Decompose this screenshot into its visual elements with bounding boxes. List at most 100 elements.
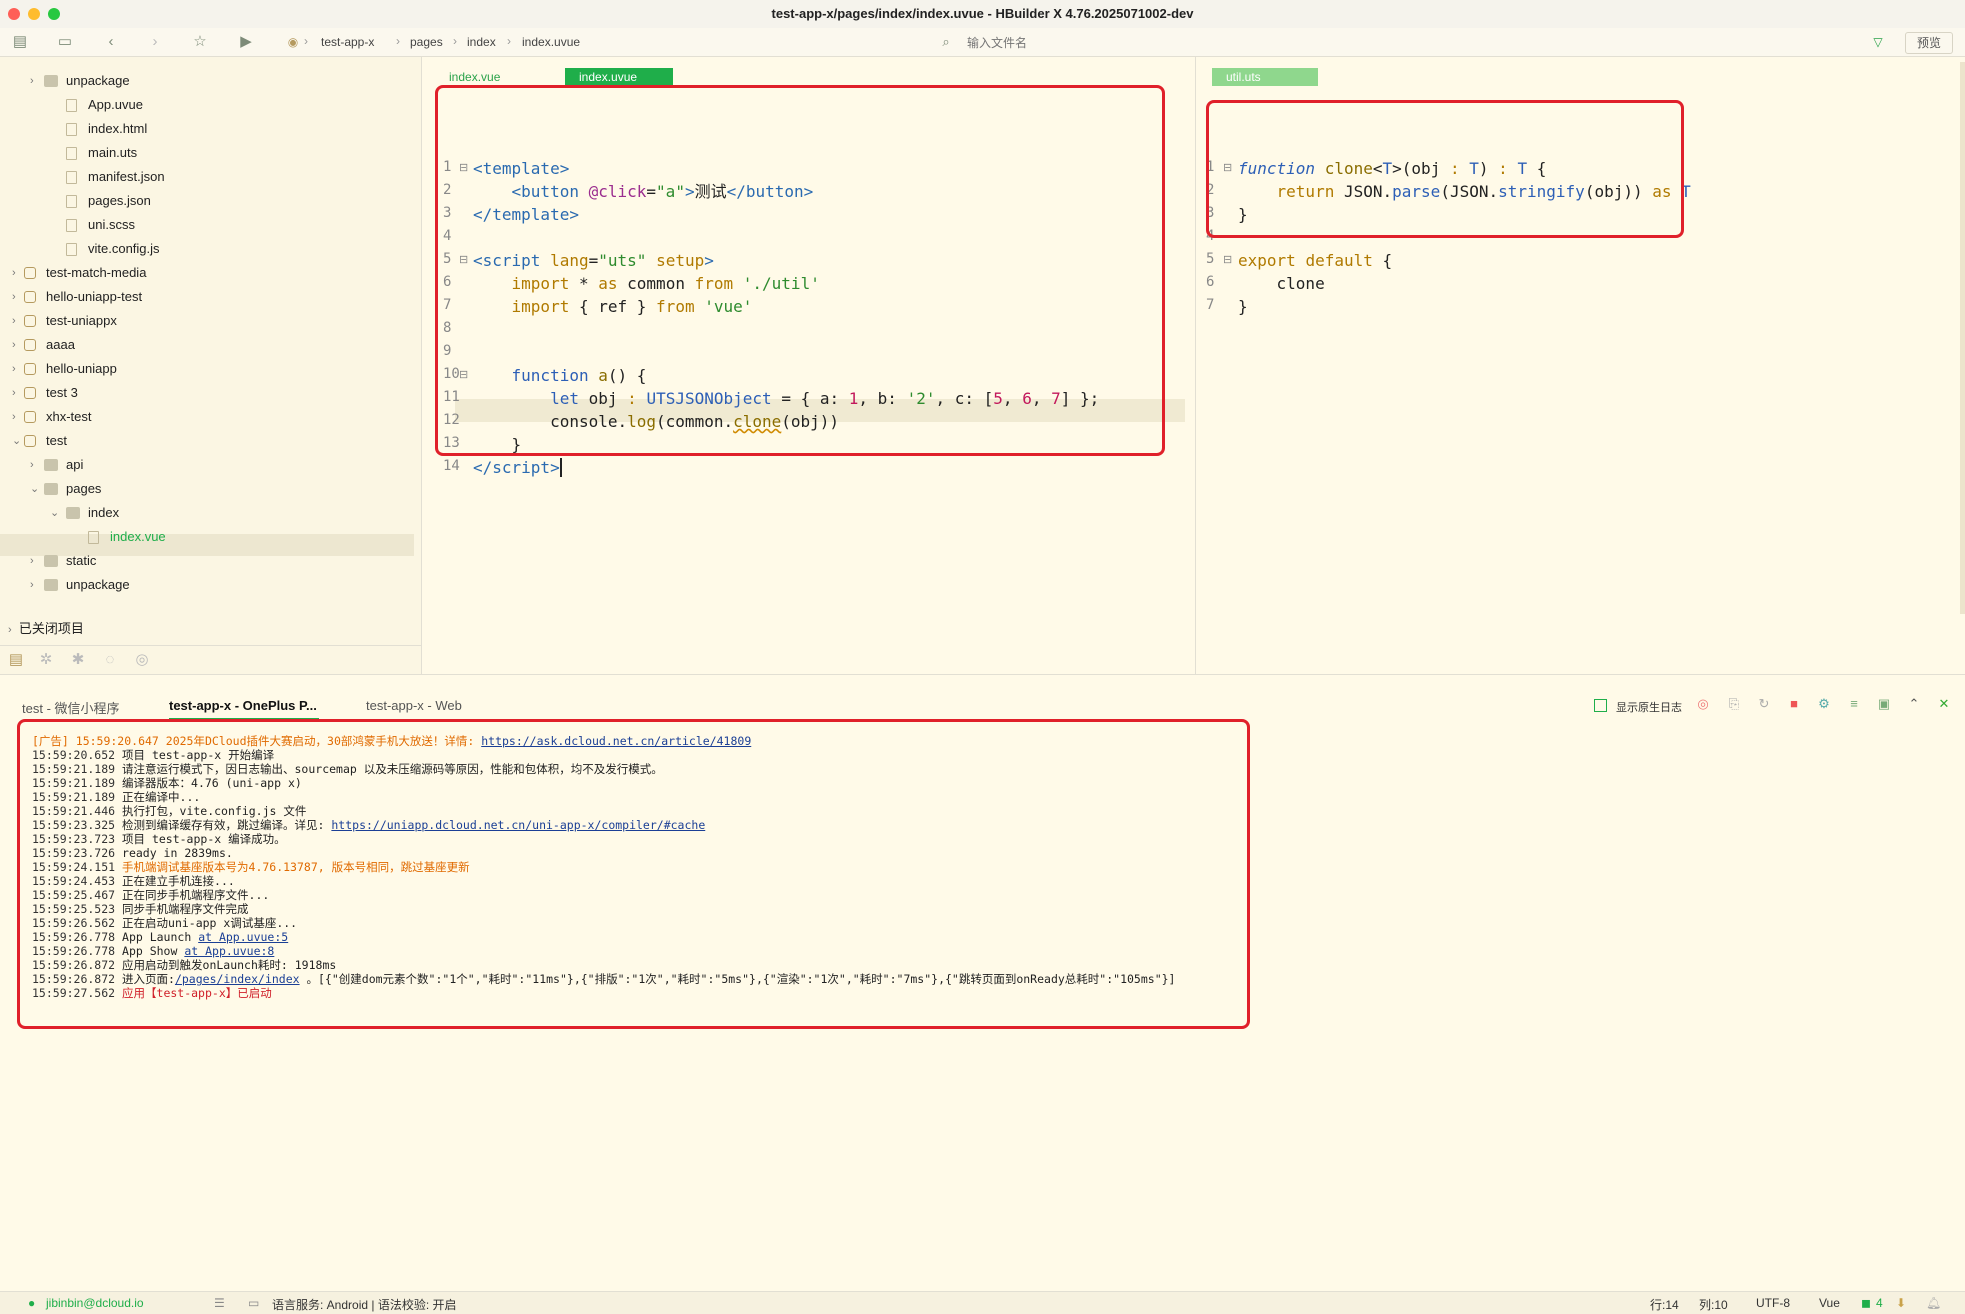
editor-left[interactable]: index.vue index.uvue 1 2 3 4 5 6 7 8 9 10 11 12 13 14… bbox=[423, 57, 1616, 674]
tab-util-uts[interactable]: util.uts bbox=[1212, 68, 1318, 86]
editor-right[interactable]: util.uts 1234567 ⊟ ⊟ function clone<T>(o… bbox=[1195, 57, 1965, 674]
debug-icon[interactable]: ✲ bbox=[36, 650, 56, 670]
export-icon[interactable]: ⎘ bbox=[1724, 694, 1744, 714]
tree-item-label: App.uvue bbox=[88, 97, 143, 112]
language-service-status[interactable]: 语言服务: Android | 语法校验: 开启 bbox=[272, 1296, 456, 1313]
tree-item-label: index.html bbox=[88, 121, 148, 136]
window-icon[interactable]: ▣ bbox=[1874, 694, 1894, 714]
forward-icon[interactable]: › bbox=[145, 32, 165, 52]
file-icon bbox=[66, 123, 77, 136]
clear-icon[interactable]: ✕ bbox=[1934, 694, 1954, 714]
preview-button[interactable]: 预览 bbox=[1905, 32, 1953, 54]
tree-item-label: manifest.json bbox=[88, 169, 165, 184]
project-icon bbox=[24, 339, 36, 351]
user-account[interactable]: jibinbin@dcloud.io bbox=[46, 1296, 144, 1310]
list-icon[interactable]: ☰ bbox=[214, 1296, 225, 1310]
search-panel-icon[interactable]: ◌ bbox=[100, 650, 120, 670]
folder-icon bbox=[44, 555, 58, 567]
refresh-icon[interactable]: ↻ bbox=[1754, 694, 1774, 714]
console-tab-app-x[interactable]: test-app-x - OnePlus P... bbox=[169, 698, 317, 713]
tree-item-label: unpackage bbox=[66, 577, 130, 592]
tree-item-label: aaaa bbox=[46, 337, 75, 352]
tab-index-vue[interactable]: index.vue bbox=[435, 68, 514, 86]
closed-projects[interactable]: › 已关闭项目 bbox=[8, 618, 84, 637]
breadcrumb-item[interactable]: index.uvue bbox=[522, 35, 580, 49]
download-icon[interactable]: ⬇ bbox=[1896, 1296, 1906, 1310]
chevron-right-icon[interactable]: › bbox=[30, 550, 42, 572]
user-icon[interactable]: ● bbox=[28, 1296, 35, 1310]
chevron-down-icon[interactable]: ⌄ bbox=[50, 502, 62, 524]
project-icon bbox=[24, 435, 36, 447]
terminate-icon[interactable]: ■ bbox=[1784, 694, 1804, 714]
breadcrumb-item[interactable]: test-app-x bbox=[321, 35, 374, 49]
console-tab-web[interactable]: test-app-x - Web bbox=[366, 698, 462, 713]
console-tabs: test - 微信小程序 test-app-x - OnePlus P... t… bbox=[0, 690, 1965, 720]
project-manager-icon[interactable]: ▤ bbox=[6, 650, 26, 670]
sidebar-toolbar: ▤ ✲ ✱ ◌ ◎ bbox=[0, 645, 421, 674]
code-line: </script> bbox=[473, 458, 562, 477]
line-number: 6 bbox=[1206, 274, 1215, 290]
cursor-line[interactable]: 行:14 bbox=[1650, 1296, 1679, 1313]
chat-icon[interactable]: ◼ bbox=[1861, 1296, 1871, 1310]
line-number: 14 bbox=[443, 458, 460, 474]
favorite-icon[interactable]: ☆ bbox=[190, 32, 210, 52]
file-encoding[interactable]: UTF-8 bbox=[1756, 1296, 1790, 1310]
chevron-right-icon[interactable]: › bbox=[12, 262, 24, 284]
cursor-column[interactable]: 列:10 bbox=[1699, 1296, 1728, 1313]
editor-scrollbar[interactable] bbox=[1960, 62, 1965, 614]
filter-log-icon[interactable]: ≡ bbox=[1844, 694, 1864, 714]
status-bar: ● jibinbin@dcloud.io ☰ ▭ 语言服务: Android |… bbox=[0, 1291, 1965, 1314]
save-icon[interactable]: ▭ bbox=[55, 32, 75, 52]
breadcrumb-separator: › bbox=[507, 34, 511, 48]
console-tab-wechat[interactable]: test - 微信小程序 bbox=[22, 698, 120, 717]
terminal-icon[interactable]: ▭ bbox=[248, 1296, 259, 1310]
folder-icon bbox=[66, 507, 80, 519]
window-title: test-app-x/pages/index/index.uvue - HBui… bbox=[771, 6, 1194, 21]
chevron-down-icon[interactable]: ⌄ bbox=[12, 430, 24, 452]
stop-icon[interactable]: ◎ bbox=[1693, 694, 1713, 714]
project-icon bbox=[24, 387, 36, 399]
back-icon[interactable]: ‹ bbox=[101, 32, 121, 52]
chevron-right-icon[interactable]: › bbox=[30, 70, 42, 92]
file-icon bbox=[66, 147, 77, 160]
tree-item-label: test-uniappx bbox=[46, 313, 117, 328]
folder-icon bbox=[44, 579, 58, 591]
tree-item-label: hello-uniapp bbox=[46, 361, 117, 376]
notification-count[interactable]: 4 bbox=[1876, 1296, 1883, 1310]
file-language[interactable]: Vue bbox=[1819, 1296, 1840, 1310]
chevron-right-icon[interactable]: › bbox=[12, 310, 24, 332]
chevron-right-icon[interactable]: › bbox=[12, 406, 24, 428]
project-icon bbox=[24, 363, 36, 375]
run-icon[interactable]: ▶ bbox=[236, 32, 256, 52]
project-sidebar: › unpackage App.uvue index.html main.uts mani… bbox=[0, 57, 422, 674]
project-icon bbox=[24, 291, 36, 303]
breadcrumb-item[interactable]: index bbox=[467, 35, 496, 49]
bug-icon[interactable]: ✱ bbox=[68, 650, 88, 670]
tree-item-label: hello-uniapp-test bbox=[46, 289, 143, 304]
chevron-right-icon[interactable]: › bbox=[12, 358, 24, 380]
highlight-box bbox=[435, 85, 1165, 456]
chevron-right-icon[interactable]: › bbox=[30, 454, 42, 476]
panel-divider[interactable] bbox=[0, 674, 1965, 675]
chevron-right-icon[interactable]: › bbox=[12, 334, 24, 356]
native-log-checkbox[interactable] bbox=[1594, 699, 1607, 712]
filter-icon[interactable]: ▽ bbox=[1868, 32, 1888, 52]
chevron-right-icon[interactable]: › bbox=[12, 286, 24, 308]
file-icon bbox=[66, 243, 77, 256]
fold-icon[interactable]: ⊟ bbox=[1223, 253, 1232, 266]
search-input[interactable] bbox=[965, 32, 1829, 54]
chevron-down-icon[interactable]: ⌄ bbox=[30, 478, 42, 500]
tree-item-label: api bbox=[66, 457, 84, 472]
new-file-icon[interactable]: ▤ bbox=[10, 32, 30, 52]
settings-icon[interactable]: ⚙ bbox=[1814, 694, 1834, 714]
toolbar: ▤ ▭ ‹ › ☆ ▶ ◉ › test-app-x › pages › ind… bbox=[0, 28, 1965, 57]
console-output[interactable]: [广告] 15:59:20.647 2025年DCloud插件大赛启动，30部鸿… bbox=[17, 719, 1250, 1030]
tab-index-uvue[interactable]: index.uvue bbox=[565, 68, 673, 86]
bell-icon[interactable]: 🔔︎ bbox=[1926, 1296, 1941, 1310]
chevron-right-icon[interactable]: › bbox=[30, 574, 42, 596]
tree-item-label: pages bbox=[66, 481, 102, 496]
chevron-up-icon[interactable]: ⌃ bbox=[1904, 694, 1924, 714]
chevron-right-icon[interactable]: › bbox=[12, 382, 24, 404]
plugin-icon[interactable]: ◎ bbox=[132, 650, 152, 670]
breadcrumb-item[interactable]: pages bbox=[410, 35, 443, 49]
